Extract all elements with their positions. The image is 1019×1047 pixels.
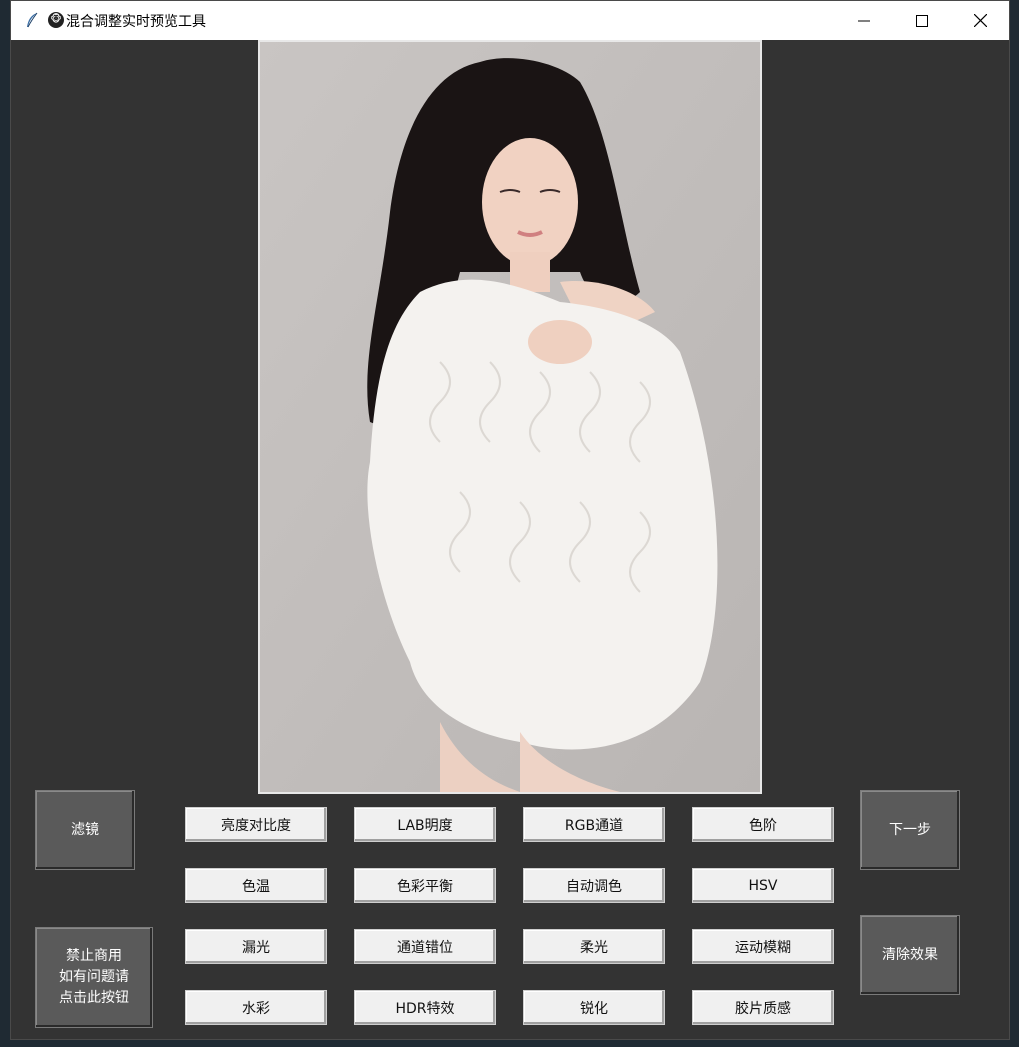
maximize-button[interactable] xyxy=(893,1,951,40)
filter-button-label: 滤镜 xyxy=(71,821,99,838)
adjust-hsv-button[interactable]: HSV xyxy=(692,868,834,903)
title-bar: 🐵 混合调整实时预览工具 xyxy=(11,1,1009,40)
minimize-button[interactable] xyxy=(835,1,893,40)
adjust-film-texture-button[interactable]: 胶片质感 xyxy=(692,990,834,1025)
adjust-hdr-button[interactable]: HDR特效 xyxy=(354,990,496,1025)
app-window: 🐵 混合调整实时预览工具 滤镜 禁止商用 如有问题请 点击此按钮 下一步 清除效… xyxy=(10,0,1010,1040)
window-title: 混合调整实时预览工具 xyxy=(66,14,206,30)
button-label: RGB通道 xyxy=(564,817,624,834)
adjust-watercolor-button[interactable]: 水彩 xyxy=(185,990,327,1025)
adjust-auto-color-button[interactable]: 自动调色 xyxy=(523,868,665,903)
minimize-icon xyxy=(858,20,870,21)
notice-button[interactable]: 禁止商用 如有问题请 点击此按钮 xyxy=(35,927,153,1028)
portrait-photo-icon xyxy=(260,42,760,792)
adjust-channel-shift-button[interactable]: 通道错位 xyxy=(354,929,496,964)
clear-effect-button[interactable]: 清除效果 xyxy=(860,915,960,995)
monkey-emoji-icon: 🐵 xyxy=(48,12,64,28)
button-label: 运动模糊 xyxy=(735,939,791,956)
next-step-button[interactable]: 下一步 xyxy=(860,790,960,870)
adjust-lab-lightness-button[interactable]: LAB明度 xyxy=(354,807,496,842)
close-icon xyxy=(973,14,987,27)
button-label: 胶片质感 xyxy=(735,1000,791,1017)
feather-icon xyxy=(23,11,41,29)
adjust-sharpen-button[interactable]: 锐化 xyxy=(523,990,665,1025)
adjust-soft-light-button[interactable]: 柔光 xyxy=(523,929,665,964)
preview-image xyxy=(258,40,762,794)
clear-effect-label: 清除效果 xyxy=(882,946,938,963)
adjust-light-leak-button[interactable]: 漏光 xyxy=(185,929,327,964)
button-label: HSV xyxy=(748,877,778,894)
button-label: 自动调色 xyxy=(566,878,622,895)
next-step-label: 下一步 xyxy=(889,821,931,838)
maximize-icon xyxy=(916,14,928,27)
button-label: 色彩平衡 xyxy=(397,878,453,895)
adjust-motion-blur-button[interactable]: 运动模糊 xyxy=(692,929,834,964)
adjust-levels-button[interactable]: 色阶 xyxy=(692,807,834,842)
adjust-color-temperature-button[interactable]: 色温 xyxy=(185,868,327,903)
adjust-rgb-channel-button[interactable]: RGB通道 xyxy=(523,807,665,842)
button-label: 通道错位 xyxy=(397,939,453,956)
button-label: 漏光 xyxy=(242,939,270,956)
adjust-color-balance-button[interactable]: 色彩平衡 xyxy=(354,868,496,903)
button-label: HDR特效 xyxy=(395,1000,455,1017)
notice-line-2: 如有问题请 xyxy=(59,969,129,985)
button-label: 色阶 xyxy=(749,817,777,834)
adjust-brightness-contrast-button[interactable]: 亮度对比度 xyxy=(185,807,327,842)
close-button[interactable] xyxy=(951,1,1009,40)
button-label: 柔光 xyxy=(580,939,608,956)
button-label: LAB明度 xyxy=(397,817,453,834)
button-label: 亮度对比度 xyxy=(221,817,291,834)
button-label: 锐化 xyxy=(580,1000,608,1017)
notice-line-3: 点击此按钮 xyxy=(59,990,129,1006)
button-label: 水彩 xyxy=(242,1000,270,1017)
notice-line-1: 禁止商用 xyxy=(66,948,122,964)
filter-button[interactable]: 滤镜 xyxy=(35,790,135,870)
button-label: 色温 xyxy=(242,878,270,895)
